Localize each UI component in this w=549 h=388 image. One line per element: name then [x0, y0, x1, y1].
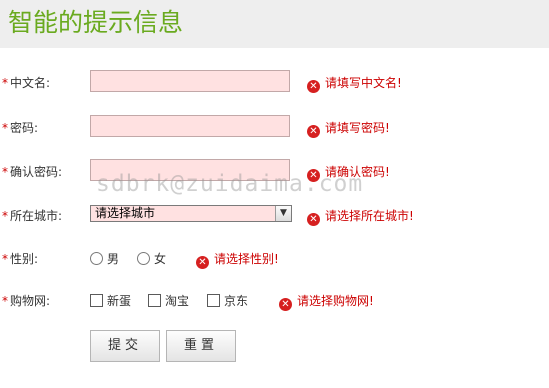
password-error: ✕ 请填写密码!	[307, 119, 390, 138]
city-select-value: 请选择城市	[95, 206, 156, 220]
city-error: ✕ 请选择所在城市!	[307, 207, 414, 226]
header-bar: 智能的提示信息	[0, 0, 549, 48]
shopping-label-text: 购物网:	[10, 294, 51, 308]
confirm-password-label-text: 确认密码:	[10, 165, 63, 179]
shopping-option-label: 京东	[224, 294, 249, 308]
shopping-label: * 购物网:	[2, 292, 50, 310]
city-label: * 所在城市:	[2, 207, 62, 225]
radio-button[interactable]	[90, 252, 103, 265]
row-chinese-name: * 中文名: ✕ 请填写中文名!	[0, 70, 549, 96]
checkbox[interactable]	[90, 294, 103, 307]
city-select[interactable]: 请选择城市 ▼	[90, 205, 292, 222]
gender-label-text: 性别:	[10, 252, 39, 266]
error-icon: ✕	[307, 213, 320, 226]
error-icon: ✕	[279, 298, 292, 311]
row-city: * 所在城市: 请选择城市 ▼ ✕ 请选择所在城市!	[0, 203, 549, 229]
password-input[interactable]	[90, 115, 290, 137]
chinese-name-error: ✕ 请填写中文名!	[307, 74, 402, 93]
confirm-password-error: ✕ 请确认密码!	[307, 163, 390, 182]
chevron-down-icon[interactable]: ▼	[275, 206, 291, 221]
gender-option-label: 男	[107, 252, 120, 266]
gender-option-label: 女	[154, 252, 167, 266]
city-label-text: 所在城市:	[10, 209, 63, 223]
required-mark: *	[2, 252, 8, 266]
gender-option-female[interactable]: 女	[137, 250, 166, 268]
shopping-option-label: 淘宝	[165, 294, 190, 308]
submit-button[interactable]: 提交	[90, 330, 160, 362]
required-mark: *	[2, 121, 8, 135]
required-mark: *	[2, 294, 8, 308]
confirm-password-error-text: 请确认密码!	[325, 165, 390, 179]
password-label: * 密码:	[2, 119, 38, 137]
shopping-option-label: 新蛋	[107, 294, 132, 308]
gender-error-text: 请选择性别!	[214, 252, 279, 266]
confirm-password-input[interactable]	[90, 159, 290, 181]
checkbox[interactable]	[148, 294, 161, 307]
gender-error: ✕ 请选择性别!	[196, 250, 279, 269]
shopping-option-xindan[interactable]: 新蛋	[90, 292, 131, 310]
shopping-option-taobao[interactable]: 淘宝	[148, 292, 189, 310]
required-mark: *	[2, 165, 8, 179]
shopping-error-text: 请选择购物网!	[297, 294, 374, 308]
checkbox[interactable]	[207, 294, 220, 307]
row-shopping: * 购物网: 新蛋 淘宝 京东 ✕ 请选择购物网!	[0, 288, 549, 314]
chinese-name-label: * 中文名:	[2, 74, 50, 92]
city-error-text: 请选择所在城市!	[325, 209, 414, 223]
row-confirm-password: * 确认密码: ✕ 请确认密码!	[0, 159, 549, 185]
error-icon: ✕	[196, 256, 209, 269]
shopping-error: ✕ 请选择购物网!	[279, 292, 374, 311]
error-icon: ✕	[307, 80, 320, 93]
error-icon: ✕	[307, 169, 320, 182]
confirm-password-label: * 确认密码:	[2, 163, 62, 181]
chinese-name-label-text: 中文名:	[10, 76, 51, 90]
row-gender: * 性别: 男 女 ✕ 请选择性别!	[0, 246, 549, 272]
page-title: 智能的提示信息	[8, 8, 184, 37]
required-mark: *	[2, 209, 8, 223]
chinese-name-error-text: 请填写中文名!	[325, 76, 402, 90]
gender-option-male[interactable]: 男	[90, 250, 119, 268]
chinese-name-input[interactable]	[90, 70, 290, 92]
shopping-option-jingdong[interactable]: 京东	[207, 292, 248, 310]
reset-button[interactable]: 重置	[166, 330, 236, 362]
gender-label: * 性别:	[2, 250, 38, 268]
row-password: * 密码: ✕ 请填写密码!	[0, 115, 549, 141]
required-mark: *	[2, 76, 8, 90]
password-label-text: 密码:	[10, 121, 39, 135]
error-icon: ✕	[307, 125, 320, 138]
radio-button[interactable]	[137, 252, 150, 265]
password-error-text: 请填写密码!	[325, 121, 390, 135]
